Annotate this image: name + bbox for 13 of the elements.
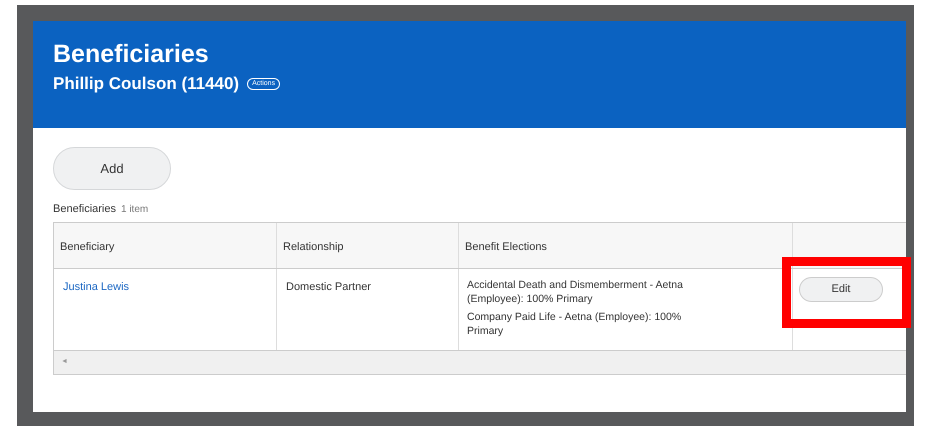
column-header: Benefit Elections xyxy=(459,222,793,268)
employee-name: Phillip Coulson (11440) xyxy=(53,73,240,95)
item-count: 1 item xyxy=(120,203,148,217)
benefit-election: Company Paid Life - Aetna (Employee): 100% Primary xyxy=(467,310,682,338)
column-header: Beneficiary xyxy=(54,222,277,268)
column-header: Relationship xyxy=(277,222,459,268)
table-title: Beneficiaries xyxy=(53,202,116,217)
table-cell: Domestic Partner xyxy=(286,280,371,292)
benefit-election: Accidental Death and Dismemberment - Aetna (Employee): 100% Primary xyxy=(467,278,684,306)
add-button[interactable]: Add xyxy=(53,147,171,190)
beneficiary-link[interactable]: Justina Lewis xyxy=(63,280,130,292)
edit-button[interactable]: Edit xyxy=(799,276,883,302)
page-title: Beneficiaries xyxy=(53,39,210,69)
